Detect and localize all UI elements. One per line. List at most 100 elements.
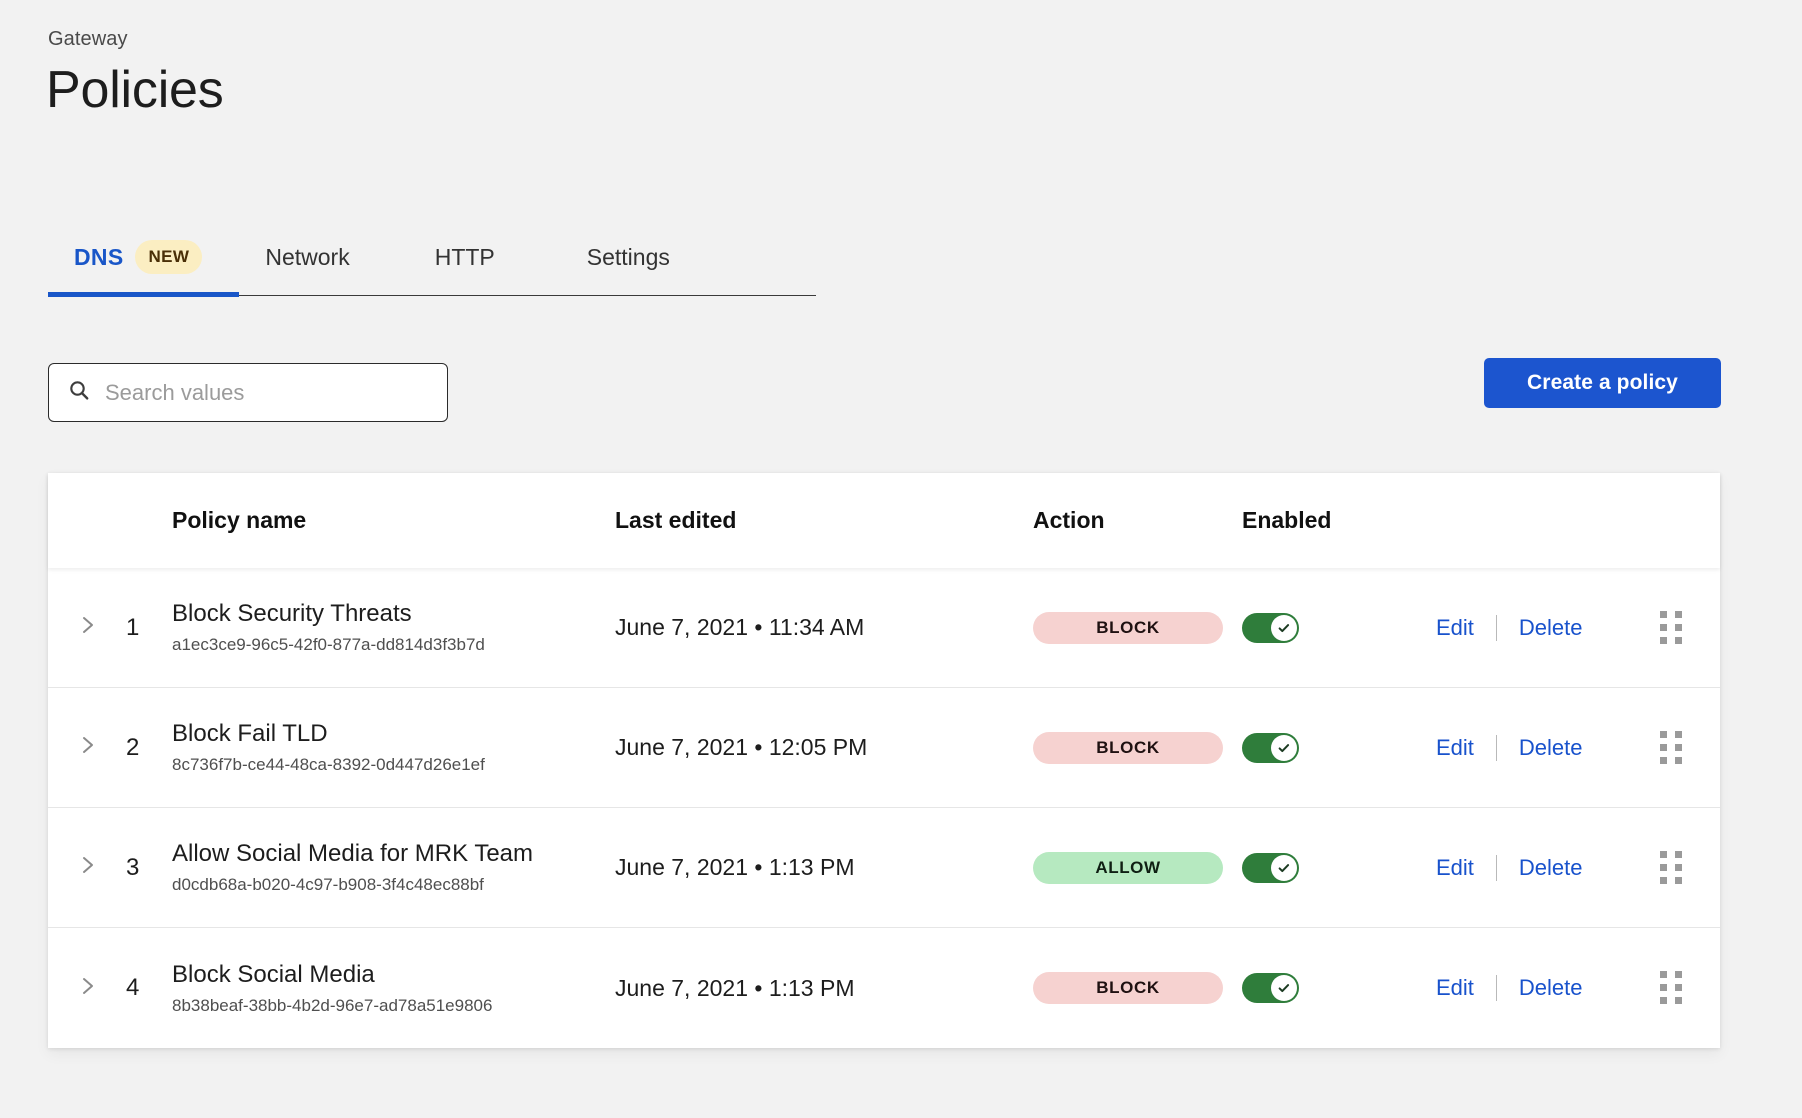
drag-handle-icon[interactable]: [1660, 611, 1682, 645]
drag-cell: [1660, 971, 1720, 1005]
policy-uuid: 8c736f7b-ce44-48ca-8392-0d447d26e1ef: [172, 755, 615, 775]
last-edited-value: June 7, 2021 • 11:34 AM: [615, 614, 1033, 641]
policy-name-cell: Block Fail TLD 8c736f7b-ce44-48ca-8392-0d…: [172, 720, 615, 775]
drag-handle-icon[interactable]: [1660, 971, 1682, 1005]
action-divider: [1496, 855, 1497, 881]
tab-dns-label: DNS: [74, 244, 123, 271]
enabled-toggle[interactable]: [1242, 853, 1299, 883]
drag-handle-icon[interactable]: [1660, 731, 1682, 765]
expand-row-toggle[interactable]: [48, 974, 110, 1003]
row-actions: Edit Delete: [1430, 615, 1660, 641]
expand-row-toggle[interactable]: [48, 613, 110, 642]
drag-cell: [1660, 731, 1720, 765]
policy-name-cell: Allow Social Media for MRK Team d0cdb68a-…: [172, 840, 615, 895]
tab-http[interactable]: HTTP: [435, 228, 495, 286]
enabled-cell: [1242, 973, 1430, 1003]
action-badge: BLOCK: [1033, 612, 1223, 644]
enabled-toggle[interactable]: [1242, 973, 1299, 1003]
table-row[interactable]: 3Allow Social Media for MRK Team d0cdb68a…: [48, 808, 1720, 928]
delete-link[interactable]: Delete: [1519, 975, 1583, 1001]
header-action: Action: [1033, 507, 1242, 534]
policy-uuid: 8b38beaf-38bb-4b2d-96e7-ad78a51e9806: [172, 996, 615, 1016]
action-badge: ALLOW: [1033, 852, 1223, 884]
enabled-toggle[interactable]: [1242, 613, 1299, 643]
row-number: 3: [110, 854, 172, 882]
drag-cell: [1660, 851, 1720, 885]
action-divider: [1496, 975, 1497, 1001]
row-actions: Edit Delete: [1430, 735, 1660, 761]
tab-bar: DNS NEW Network HTTP Settings: [48, 228, 816, 306]
breadcrumb: Gateway: [48, 28, 128, 51]
table-header-row: Policy name Last edited Action Enabled: [48, 473, 1720, 568]
policies-table: Policy name Last edited Action Enabled 1…: [48, 473, 1720, 1048]
tab-settings-label: Settings: [587, 244, 670, 271]
action-divider: [1496, 735, 1497, 761]
policy-uuid: a1ec3ce9-96c5-42f0-877a-dd814d3f3b7d: [172, 635, 615, 655]
search-input[interactable]: [105, 380, 429, 406]
table-row[interactable]: 2Block Fail TLD 8c736f7b-ce44-48ca-8392-0…: [48, 688, 1720, 808]
edit-link[interactable]: Edit: [1436, 975, 1474, 1001]
enabled-cell: [1242, 733, 1430, 763]
action-cell: BLOCK: [1033, 972, 1242, 1004]
policies-page: Gateway Policies DNS NEW Network HTTP Se…: [0, 0, 1802, 1118]
delete-link[interactable]: Delete: [1519, 855, 1583, 881]
action-divider: [1496, 615, 1497, 641]
delete-link[interactable]: Delete: [1519, 615, 1583, 641]
action-cell: BLOCK: [1033, 732, 1242, 764]
check-icon: [1271, 855, 1297, 881]
policy-name-cell: Block Social Media 8b38beaf-38bb-4b2d-96e…: [172, 961, 615, 1016]
check-icon: [1271, 615, 1297, 641]
create-policy-button[interactable]: Create a policy: [1484, 358, 1721, 408]
action-badge: BLOCK: [1033, 732, 1223, 764]
tab-active-indicator: [48, 292, 239, 297]
header-enabled: Enabled: [1242, 507, 1430, 534]
tab-dns-new-badge: NEW: [135, 240, 202, 274]
last-edited-value: June 7, 2021 • 12:05 PM: [615, 734, 1033, 761]
enabled-cell: [1242, 853, 1430, 883]
tab-settings[interactable]: Settings: [587, 228, 670, 286]
action-cell: ALLOW: [1033, 852, 1242, 884]
policy-name: Block Security Threats: [172, 600, 615, 628]
policy-uuid: d0cdb68a-b020-4c97-b908-3f4c48ec88bf: [172, 875, 615, 895]
last-edited-value: June 7, 2021 • 1:13 PM: [615, 854, 1033, 881]
edit-link[interactable]: Edit: [1436, 615, 1474, 641]
enabled-toggle[interactable]: [1242, 733, 1299, 763]
page-title: Policies: [46, 60, 224, 120]
delete-link[interactable]: Delete: [1519, 735, 1583, 761]
row-number: 4: [110, 974, 172, 1002]
enabled-cell: [1242, 613, 1430, 643]
row-actions: Edit Delete: [1430, 855, 1660, 881]
chevron-right-icon: [78, 853, 98, 882]
tab-underline: [48, 292, 816, 297]
chevron-right-icon: [78, 613, 98, 642]
table-row[interactable]: 1Block Security Threats a1ec3ce9-96c5-42f…: [48, 568, 1720, 688]
policy-name-cell: Block Security Threats a1ec3ce9-96c5-42f0…: [172, 600, 615, 655]
drag-handle-icon[interactable]: [1660, 851, 1682, 885]
policy-name: Block Social Media: [172, 961, 615, 989]
header-policy-name: Policy name: [172, 507, 615, 534]
check-icon: [1271, 975, 1297, 1001]
table-body: 1Block Security Threats a1ec3ce9-96c5-42f…: [48, 568, 1720, 1048]
tab-network[interactable]: Network: [265, 228, 349, 286]
tab-network-label: Network: [265, 244, 349, 271]
action-cell: BLOCK: [1033, 612, 1242, 644]
search-icon: [67, 378, 91, 407]
policy-name: Allow Social Media for MRK Team: [172, 840, 615, 868]
action-badge: BLOCK: [1033, 972, 1223, 1004]
expand-row-toggle[interactable]: [48, 853, 110, 882]
edit-link[interactable]: Edit: [1436, 855, 1474, 881]
edit-link[interactable]: Edit: [1436, 735, 1474, 761]
policy-name: Block Fail TLD: [172, 720, 615, 748]
check-icon: [1271, 735, 1297, 761]
drag-cell: [1660, 611, 1720, 645]
chevron-right-icon: [78, 733, 98, 762]
header-last-edited: Last edited: [615, 507, 1033, 534]
row-number: 2: [110, 734, 172, 762]
search-box[interactable]: [48, 363, 448, 422]
last-edited-value: June 7, 2021 • 1:13 PM: [615, 975, 1033, 1002]
tab-dns[interactable]: DNS NEW: [74, 228, 202, 286]
row-actions: Edit Delete: [1430, 975, 1660, 1001]
expand-row-toggle[interactable]: [48, 733, 110, 762]
table-row[interactable]: 4Block Social Media 8b38beaf-38bb-4b2d-96…: [48, 928, 1720, 1048]
row-number: 1: [110, 614, 172, 642]
